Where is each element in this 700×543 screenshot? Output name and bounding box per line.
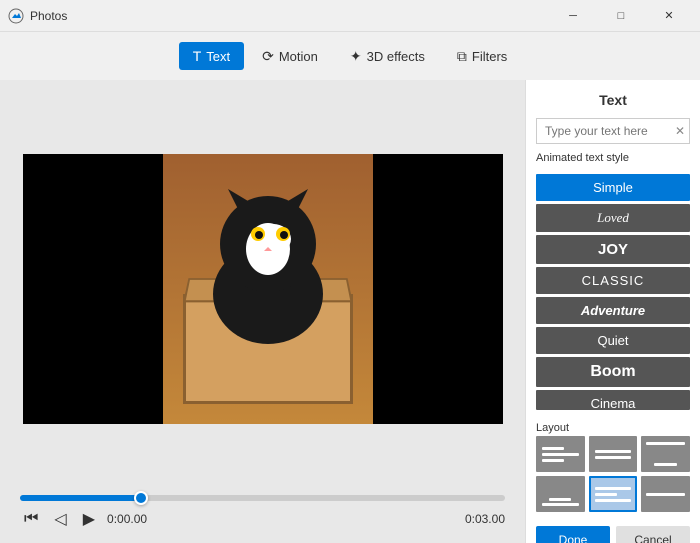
action-buttons: Done Cancel xyxy=(536,520,690,543)
layout-lines-2 xyxy=(591,446,636,463)
style-loved[interactable]: Loved xyxy=(536,204,690,232)
progress-thumb[interactable] xyxy=(134,491,148,505)
motion-tool-label: Motion xyxy=(279,49,318,64)
layout-line xyxy=(549,498,571,501)
layout-option-5[interactable] xyxy=(589,476,638,512)
text-input[interactable] xyxy=(536,118,690,144)
effects-tool-button[interactable]: ✦ 3D effects xyxy=(336,42,439,71)
filters-tool-button[interactable]: ⧉ Filters xyxy=(443,42,521,71)
layout-line xyxy=(542,447,564,450)
clear-text-icon[interactable]: ✕ xyxy=(675,124,685,138)
effects-tool-label: 3D effects xyxy=(367,49,425,64)
style-simple[interactable]: Simple xyxy=(536,174,690,201)
cat-svg xyxy=(193,184,343,344)
progress-fill xyxy=(20,495,141,501)
filters-icon: ⧉ xyxy=(457,48,467,65)
layout-option-2[interactable] xyxy=(589,436,638,472)
layout-line xyxy=(542,453,579,456)
progress-bar[interactable] xyxy=(20,495,505,501)
layout-line xyxy=(595,499,632,502)
left-letterbox xyxy=(23,154,163,424)
style-cinema[interactable]: Cinema xyxy=(536,390,690,410)
layout-option-3[interactable] xyxy=(641,436,690,472)
main-area: ⏮ ◁ ▶ 0:00.00 0:03.00 Text ✕ Animated te… xyxy=(0,80,700,543)
cat-image xyxy=(163,154,373,424)
layout-line xyxy=(654,463,677,466)
layout-line xyxy=(595,487,632,490)
style-list: Simple Loved JOY CLASSIC Adventure Quiet… xyxy=(536,174,690,410)
video-frame xyxy=(23,154,503,424)
style-adventure[interactable]: Adventure xyxy=(536,297,690,324)
step-back-button[interactable]: ◁ xyxy=(50,507,70,531)
cancel-button[interactable]: Cancel xyxy=(616,526,690,543)
close-button[interactable]: ✕ xyxy=(646,0,692,32)
text-tool-label: Text xyxy=(206,49,230,64)
video-area: ⏮ ◁ ▶ 0:00.00 0:03.00 xyxy=(0,80,525,543)
panel-title: Text xyxy=(536,92,690,108)
right-panel: Text ✕ Animated text style Simple Loved … xyxy=(525,80,700,543)
window-controls: ─ □ ✕ xyxy=(550,0,692,32)
style-boom[interactable]: Boom xyxy=(536,357,690,387)
layout-line xyxy=(595,493,617,496)
playback-controls: ⏮ ◁ ▶ 0:00.00 0:03.00 xyxy=(20,507,505,531)
maximize-button[interactable]: □ xyxy=(598,0,644,32)
layout-lines-1 xyxy=(538,443,583,466)
layout-label: Layout xyxy=(536,422,690,434)
layout-line xyxy=(595,450,632,453)
layout-line xyxy=(646,493,685,496)
style-quiet[interactable]: Quiet xyxy=(536,327,690,354)
motion-icon: ⟳ xyxy=(262,48,274,65)
done-button[interactable]: Done xyxy=(536,526,610,543)
video-container xyxy=(20,90,505,487)
current-time: 0:00.00 xyxy=(107,512,147,526)
layout-option-6[interactable] xyxy=(641,476,690,512)
layout-option-4[interactable] xyxy=(536,476,585,512)
effects-icon: ✦ xyxy=(350,48,362,65)
layout-option-1[interactable] xyxy=(536,436,585,472)
app-icon xyxy=(8,8,24,24)
rewind-button[interactable]: ⏮ xyxy=(20,508,42,530)
layout-line xyxy=(595,456,632,459)
text-input-container: ✕ xyxy=(536,118,690,144)
style-classic[interactable]: CLASSIC xyxy=(536,267,690,294)
style-joy[interactable]: JOY xyxy=(536,235,690,264)
filters-tool-label: Filters xyxy=(472,49,507,64)
title-bar: Photos ─ □ ✕ xyxy=(0,0,700,32)
total-time: 0:03.00 xyxy=(465,512,505,526)
style-section-label: Animated text style xyxy=(536,152,690,164)
app-title: Photos xyxy=(30,9,550,23)
layout-line xyxy=(542,459,564,462)
layout-lines-5 xyxy=(591,483,636,506)
text-icon: T xyxy=(193,48,202,64)
toolbar: T Text ⟳ Motion ✦ 3D effects ⧉ Filters xyxy=(0,32,700,80)
motion-tool-button[interactable]: ⟳ Motion xyxy=(248,42,332,71)
play-button[interactable]: ▶ xyxy=(79,507,99,531)
layout-line xyxy=(646,442,685,445)
controls-area: ⏮ ◁ ▶ 0:00.00 0:03.00 xyxy=(20,487,505,543)
layout-section: Layout xyxy=(536,422,690,512)
layout-grid xyxy=(536,436,690,512)
right-letterbox xyxy=(373,154,503,424)
text-tool-button[interactable]: T Text xyxy=(179,42,244,70)
layout-line xyxy=(542,503,579,506)
minimize-button[interactable]: ─ xyxy=(550,0,596,32)
